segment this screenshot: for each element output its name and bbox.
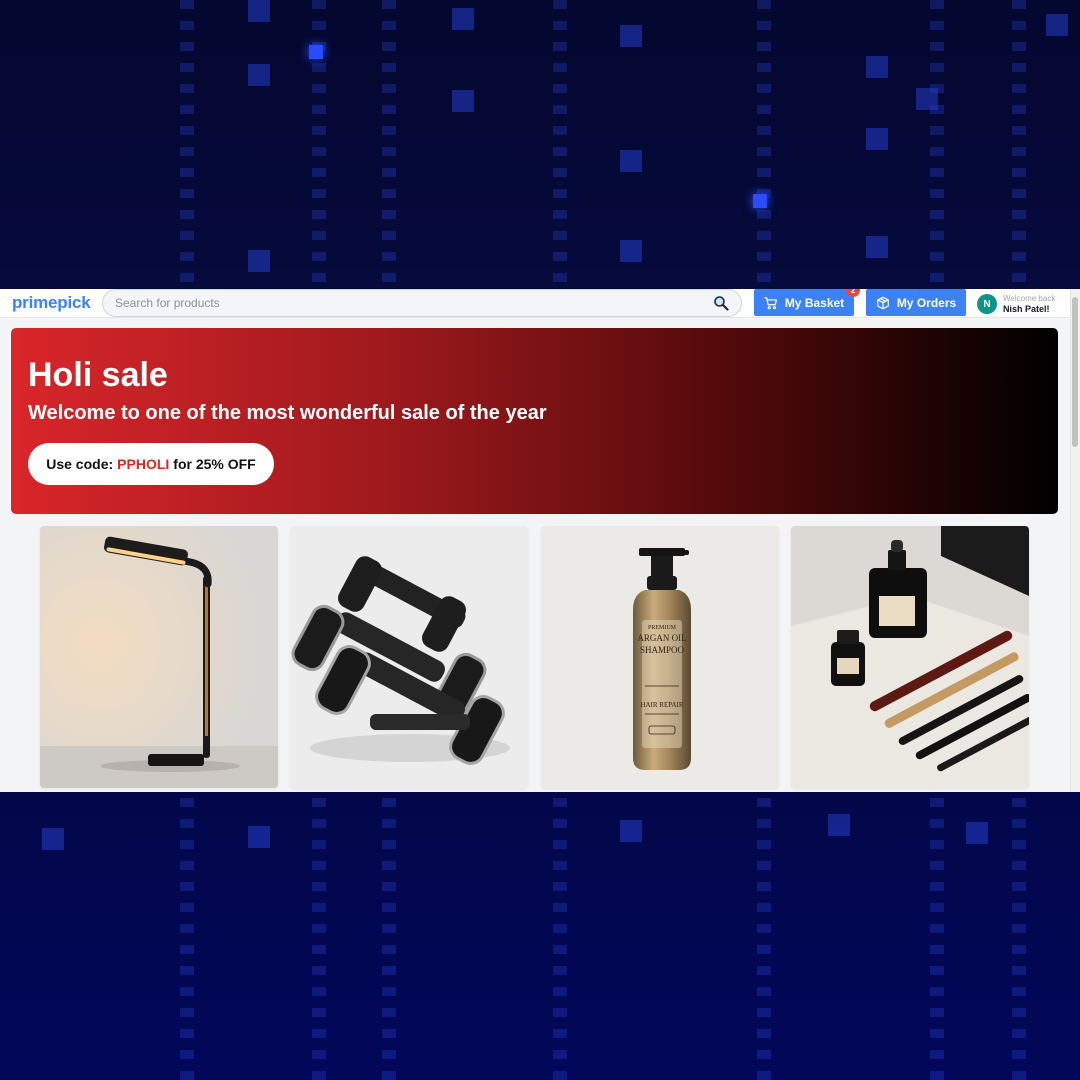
cart-icon (764, 296, 778, 310)
shampoo-label-line-1: PREMIUM (648, 625, 677, 631)
dumbbells-image (290, 526, 528, 788)
promo-suffix: for 25% OFF (173, 456, 256, 472)
shampoo-label-line-4: HAIR REPAIR (640, 701, 683, 709)
promo-code: PPHOLI (117, 456, 170, 472)
product-card-dumbbells[interactable] (290, 526, 528, 788)
box-icon (876, 296, 890, 310)
search-icon[interactable] (713, 295, 729, 311)
search-input[interactable] (115, 296, 713, 310)
top-header: primepick My Basket 2 (0, 289, 1070, 318)
holi-sale-banner: Holi sale Welcome to one of the most won… (11, 328, 1058, 514)
avatar[interactable]: N (977, 294, 997, 314)
banner-title: Holi sale (28, 356, 168, 394)
my-basket-label: My Basket (784, 295, 845, 310)
basket-count-badge: 2 (846, 289, 860, 297)
vertical-scrollbar[interactable] (1070, 289, 1080, 792)
user-name: Nish Patel! (1003, 304, 1050, 314)
desk-lamp-image (40, 526, 278, 788)
scrollbar-thumb[interactable] (1072, 297, 1078, 447)
user-menu[interactable]: N Welcome back Nish Patel! (977, 292, 1055, 316)
banner-subtitle: Welcome to one of the most wonderful sal… (28, 402, 547, 424)
welcome-label: Welcome back (1003, 294, 1056, 303)
promo-code-pill: Use code: PPHOLI for 25% OFF (28, 443, 274, 485)
my-orders-label: My Orders (896, 295, 957, 310)
product-card-shampoo[interactable]: PREMIUM ARGAN OIL SHAMPOO HAIR REPAIR (541, 526, 779, 788)
product-card-fountain-pens[interactable] (791, 526, 1029, 788)
fountain-pens-image (791, 526, 1029, 788)
my-basket-button[interactable]: My Basket 2 (754, 289, 860, 316)
promo-prefix: Use code: (46, 456, 114, 472)
search-bar (102, 289, 742, 317)
product-card-desk-lamp[interactable] (40, 526, 278, 788)
shampoo-label-line-2: ARGAN OIL (637, 633, 686, 643)
my-orders-button[interactable]: My Orders (866, 289, 966, 316)
shampoo-bottle-image: PREMIUM ARGAN OIL SHAMPOO HAIR REPAIR (541, 526, 779, 788)
app-window: primepick My Basket 2 (0, 289, 1080, 792)
logo[interactable]: primepick (12, 293, 91, 313)
shampoo-label-line-3: SHAMPOO (640, 645, 685, 655)
